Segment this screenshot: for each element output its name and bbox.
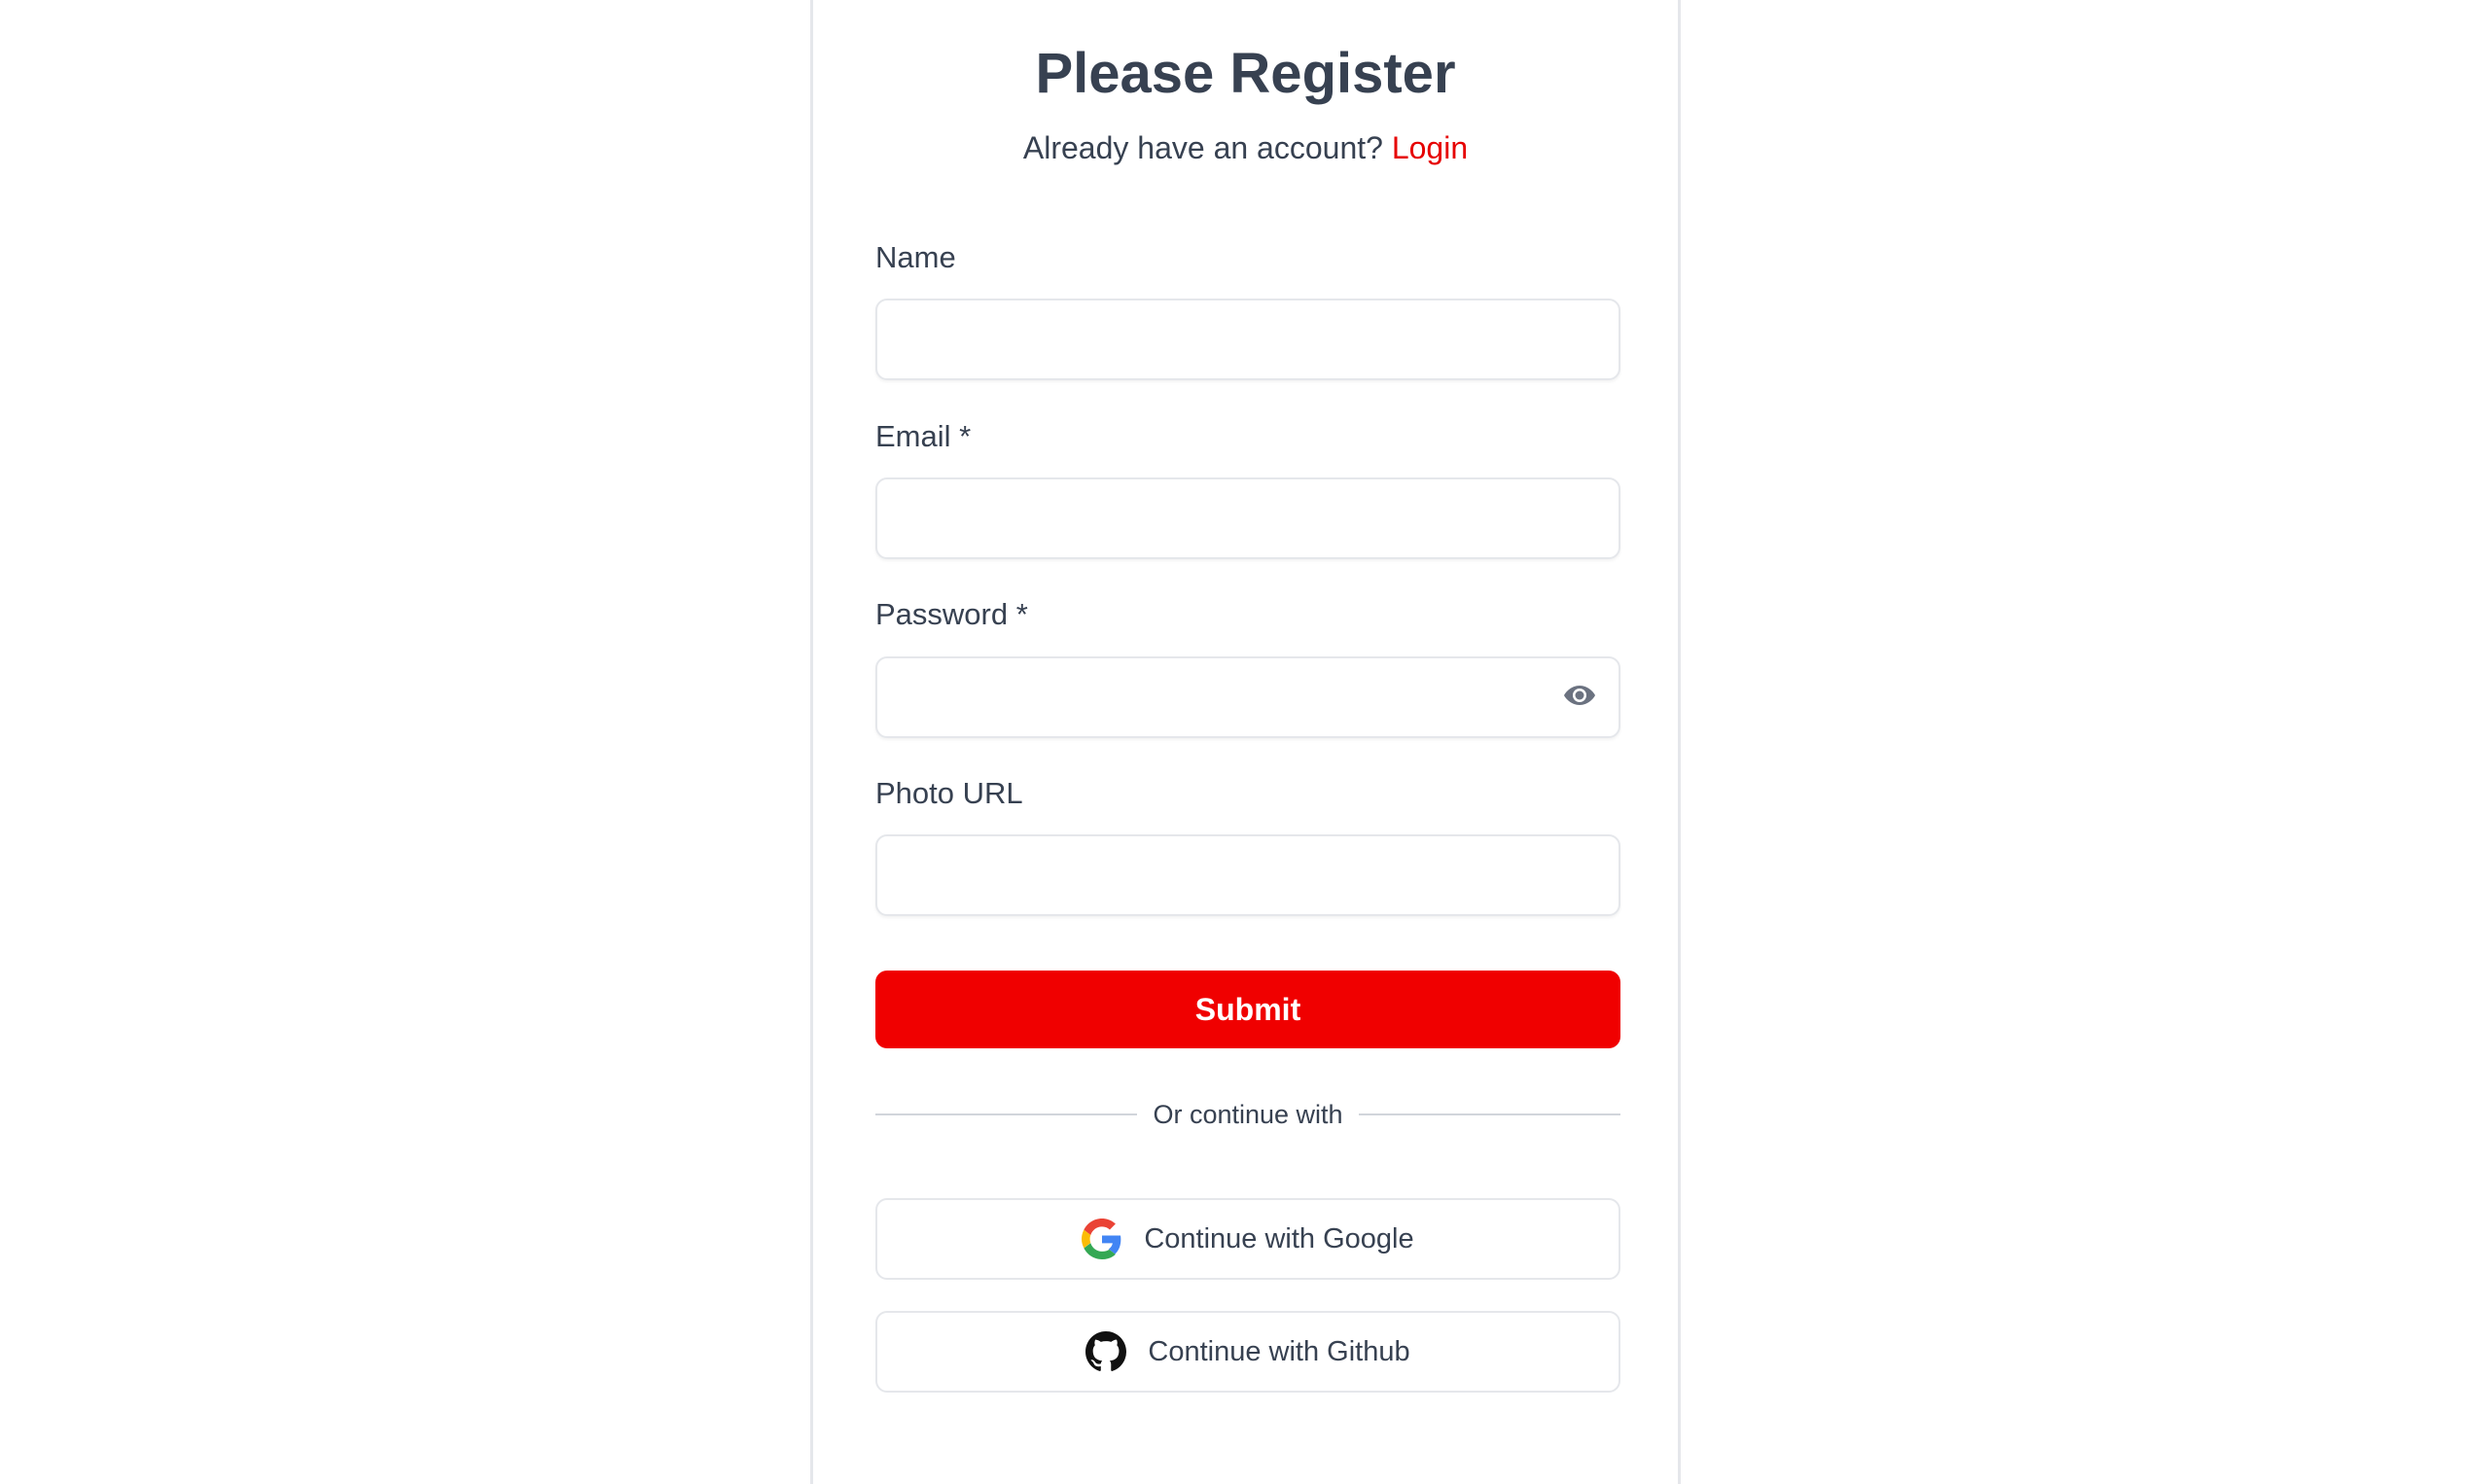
photo-url-label: Photo URL: [875, 776, 1023, 810]
continue-with-github-button[interactable]: Continue with Github: [875, 1311, 1620, 1393]
password-visibility-toggle[interactable]: [1558, 676, 1601, 719]
divider-line-left: [875, 1113, 1138, 1115]
name-label: Name: [875, 240, 956, 274]
submit-button[interactable]: Submit: [875, 971, 1620, 1048]
google-button-label: Continue with Google: [1144, 1222, 1414, 1254]
page-title: Please Register: [1035, 42, 1456, 105]
name-field[interactable]: [875, 299, 1620, 380]
register-card: Please Register Already have an account?…: [810, 0, 1681, 1484]
login-prompt-text: Already have an account?: [1022, 130, 1383, 165]
eye-icon: [1563, 684, 1596, 712]
divider-line-right: [1358, 1113, 1620, 1115]
email-field[interactable]: [875, 477, 1620, 559]
register-page: Please Register Already have an account?…: [0, 0, 2490, 1484]
continue-with-google-button[interactable]: Continue with Google: [875, 1198, 1620, 1280]
github-button-label: Continue with Github: [1148, 1335, 1410, 1367]
github-icon: [1085, 1331, 1127, 1372]
continue-divider: Or continue with: [875, 1091, 1620, 1138]
email-label: Email *: [875, 419, 972, 453]
photo-url-field[interactable]: [875, 834, 1620, 916]
password-field[interactable]: [875, 656, 1620, 738]
login-prompt: Already have an account? Login: [813, 124, 1678, 171]
divider-text: Or continue with: [1153, 1099, 1343, 1129]
google-icon: [1082, 1219, 1122, 1259]
login-link[interactable]: Login: [1392, 130, 1468, 165]
password-label: Password *: [875, 597, 1028, 631]
